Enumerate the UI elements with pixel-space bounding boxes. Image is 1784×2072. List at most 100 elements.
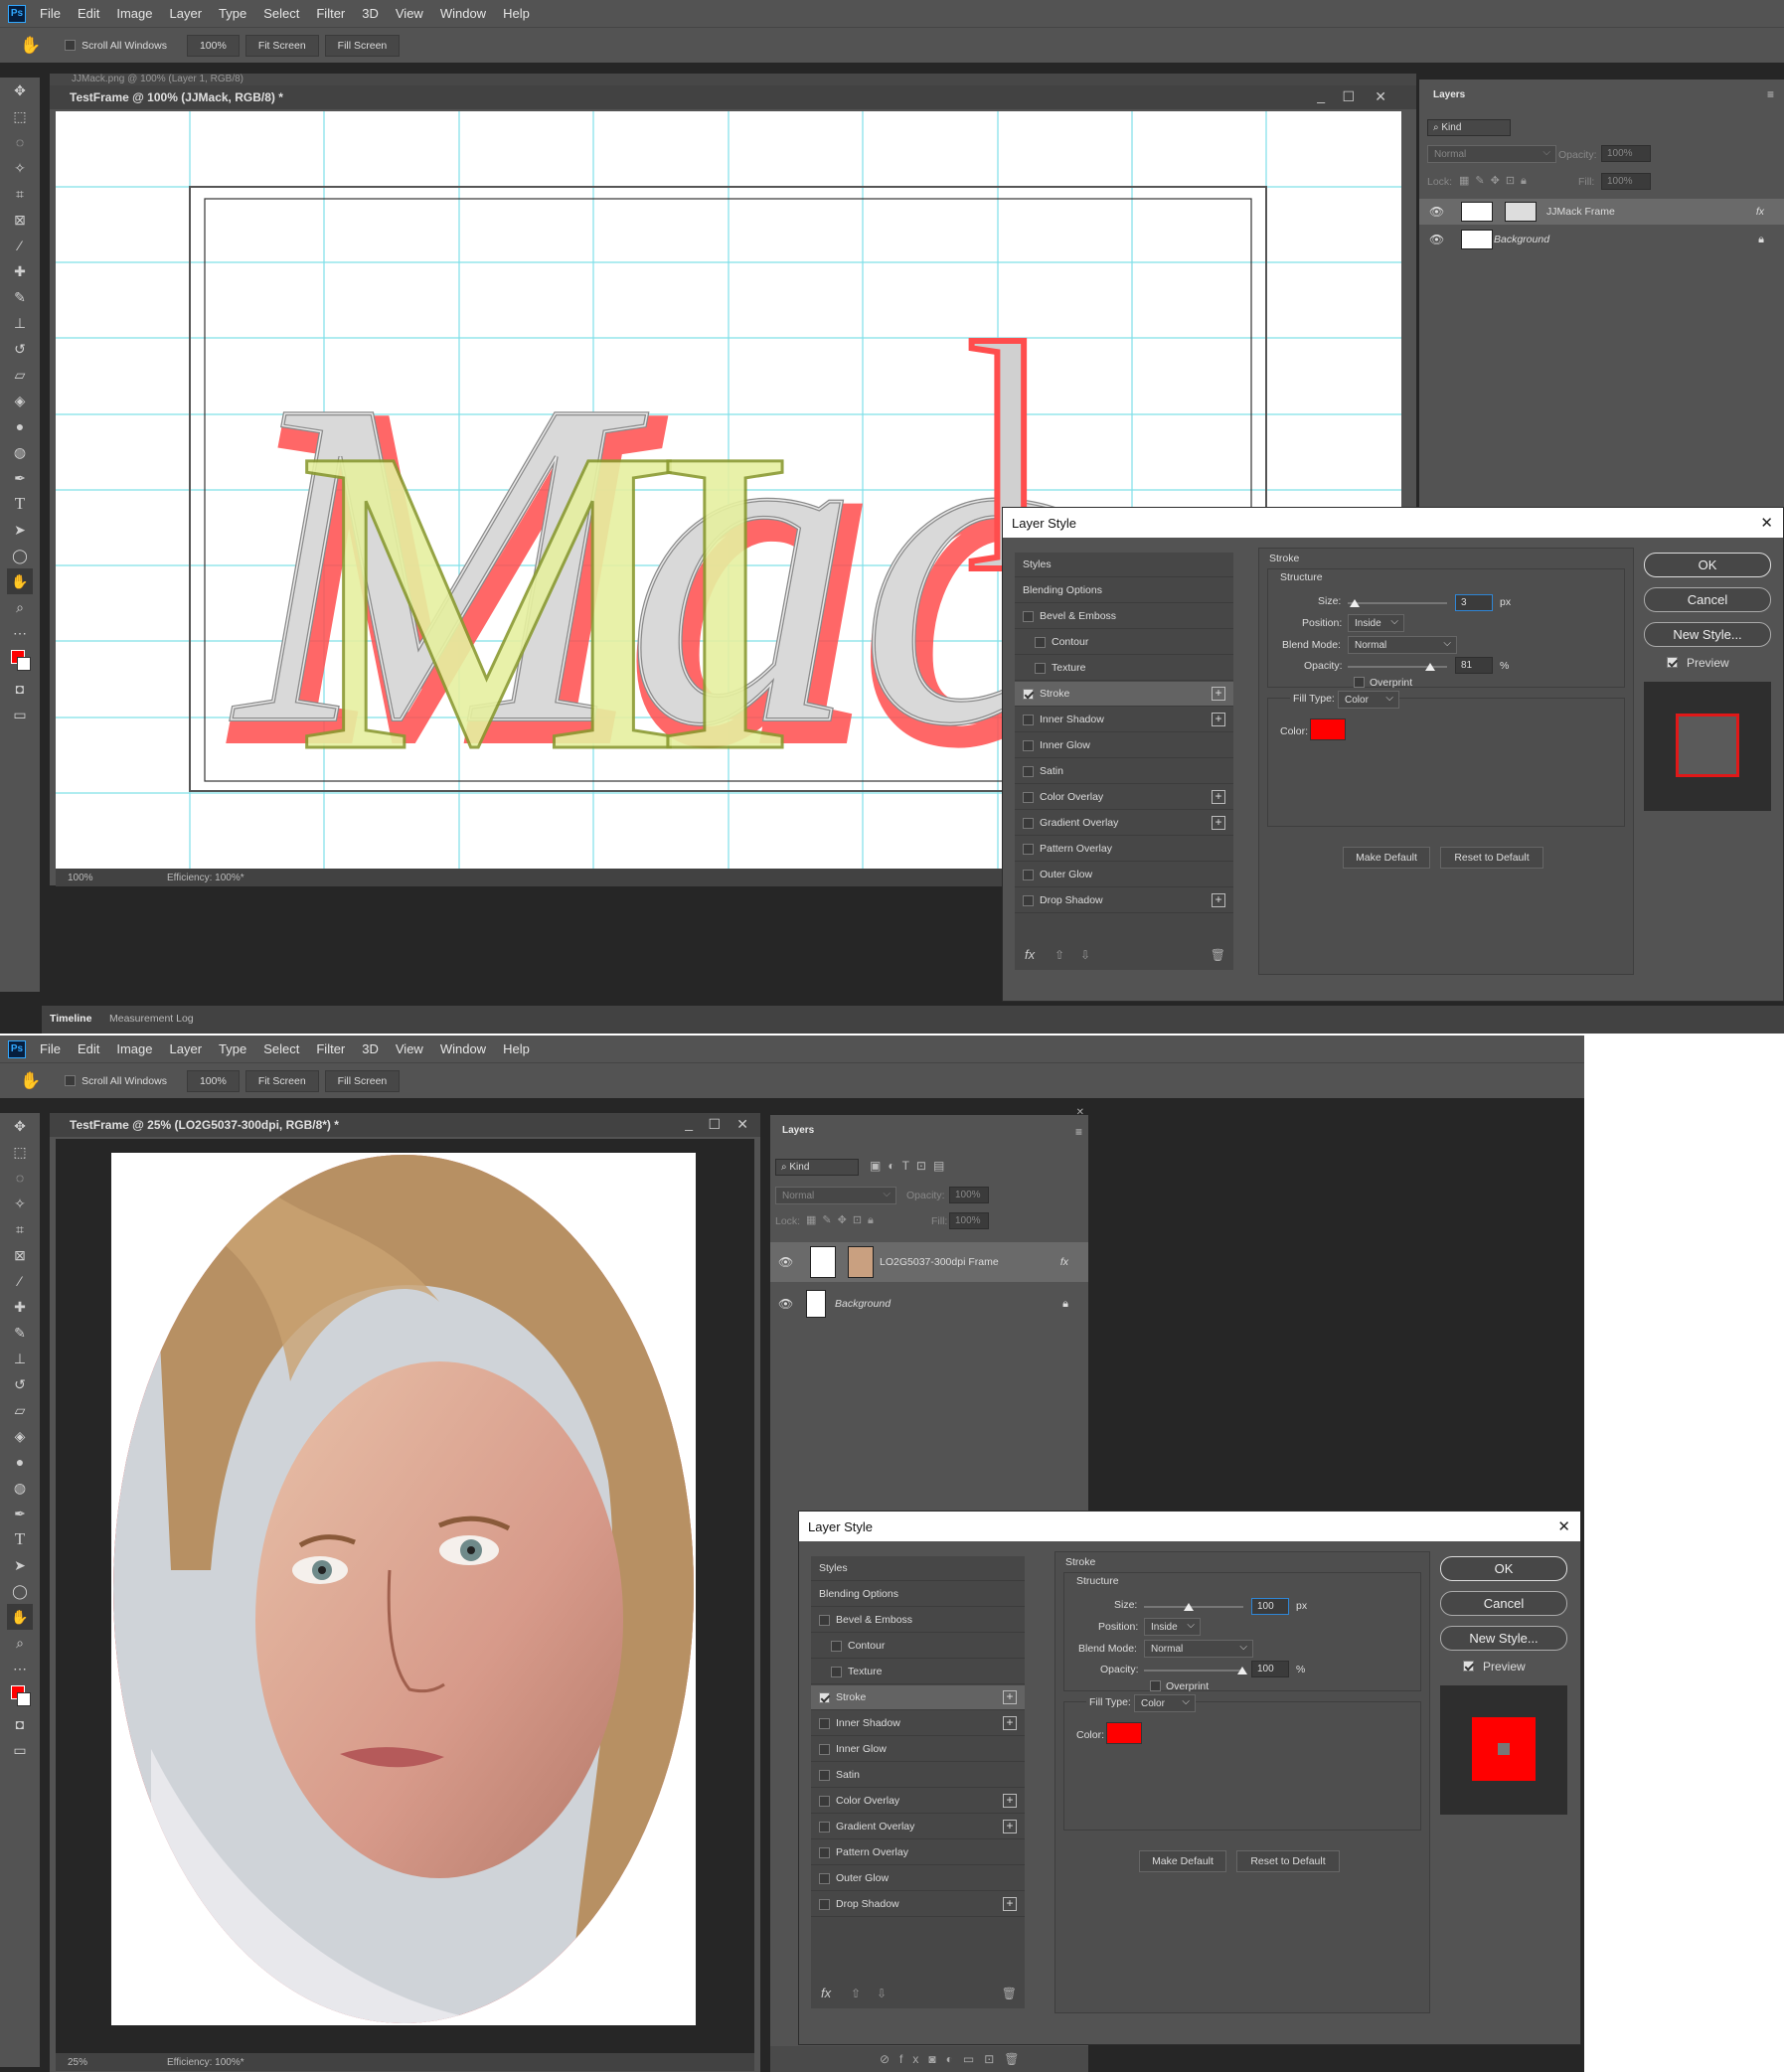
- eye-icon[interactable]: 👁︎: [778, 1255, 793, 1269]
- panel-menu-icon[interactable]: ≡: [1767, 87, 1774, 101]
- stroke-color-swatch[interactable]: [1106, 1722, 1142, 1744]
- preview-checkbox[interactable]: [1463, 1661, 1474, 1672]
- layer-row[interactable]: 👁︎ LO2G5037-300dpi Frame fx: [770, 1242, 1088, 1282]
- add-icon[interactable]: +: [1212, 687, 1225, 701]
- style-drop-shadow[interactable]: Drop Shadow +: [1015, 888, 1233, 913]
- stamp-icon[interactable]: ⊥: [7, 1346, 33, 1371]
- add-icon[interactable]: +: [1003, 1820, 1017, 1833]
- opacity-slider[interactable]: [1144, 1670, 1243, 1672]
- size-input[interactable]: 3: [1455, 594, 1493, 611]
- checkbox[interactable]: [1023, 791, 1034, 803]
- efficiency-readout[interactable]: Efficiency: 100%*: [167, 2057, 244, 2068]
- ok-button[interactable]: OK: [1440, 1556, 1567, 1581]
- type-icon[interactable]: T: [7, 1526, 33, 1552]
- layer-blend-select[interactable]: Normal: [775, 1187, 896, 1204]
- hand-tool-icon[interactable]: ✋: [7, 568, 33, 594]
- quick-mask-icon[interactable]: ◘: [7, 1711, 33, 1737]
- style-outer-glow[interactable]: Outer Glow: [811, 1866, 1025, 1891]
- eyedropper-icon[interactable]: ⁄: [7, 233, 33, 258]
- lock-icons[interactable]: ▦✎✥⊡🔒︎: [806, 1213, 880, 1227]
- style-gradient-overlay[interactable]: Gradient Overlay +: [811, 1815, 1025, 1839]
- ellipse-icon[interactable]: ◯: [7, 1578, 33, 1604]
- opacity-slider-thumb[interactable]: [1425, 663, 1435, 671]
- eraser-icon[interactable]: ▱: [7, 362, 33, 388]
- menu-layer[interactable]: Layer: [170, 1041, 203, 1056]
- style-stroke[interactable]: Stroke +: [1015, 682, 1233, 707]
- menu-window[interactable]: Window: [440, 6, 486, 21]
- stamp-icon[interactable]: ⊥: [7, 310, 33, 336]
- zoom-level[interactable]: 100%: [68, 873, 157, 883]
- menu-image[interactable]: Image: [116, 1041, 152, 1056]
- opacity-slider-thumb[interactable]: [1237, 1667, 1247, 1674]
- zoom-100-button[interactable]: 100%: [186, 1069, 240, 1092]
- style-pattern-overlay[interactable]: Pattern Overlay: [1015, 837, 1233, 862]
- history-brush-icon[interactable]: ↺: [7, 1371, 33, 1397]
- position-select[interactable]: Inside: [1144, 1618, 1201, 1636]
- size-slider[interactable]: [1348, 602, 1447, 604]
- menu-3d[interactable]: 3D: [362, 1041, 379, 1056]
- filter-icons[interactable]: ▣◐T⊡▤: [870, 1159, 951, 1173]
- pen-icon[interactable]: ✒: [7, 1501, 33, 1526]
- close-icon[interactable]: ✕: [1557, 1517, 1570, 1535]
- size-input[interactable]: 100: [1251, 1598, 1289, 1615]
- path-select-icon[interactable]: ➤: [7, 1552, 33, 1578]
- layer-kind-filter[interactable]: ⌕ Kind: [775, 1159, 859, 1176]
- menu-window[interactable]: Window: [440, 1041, 486, 1056]
- zoom-icon[interactable]: ⌕: [7, 1630, 33, 1656]
- fx-icon[interactable]: fx: [1060, 1256, 1068, 1268]
- position-select[interactable]: Inside: [1348, 614, 1404, 632]
- quick-mask-icon[interactable]: ◘: [7, 676, 33, 702]
- menu-help[interactable]: Help: [503, 1041, 530, 1056]
- move-down-icon[interactable]: ⇩: [1080, 948, 1090, 962]
- close-icon[interactable]: ✕: [1375, 88, 1386, 105]
- hand-tool-icon[interactable]: ✋: [7, 1604, 33, 1630]
- menu-view[interactable]: View: [396, 6, 423, 21]
- document-title[interactable]: TestFrame @ 100% (JJMack, RGB/8) *: [50, 85, 1416, 109]
- style-stroke[interactable]: Stroke +: [811, 1685, 1025, 1710]
- lasso-icon[interactable]: ◌: [7, 129, 33, 155]
- checkbox[interactable]: [819, 1821, 830, 1833]
- panel-menu-icon[interactable]: ≡: [1075, 1125, 1082, 1139]
- menu-image[interactable]: Image: [116, 6, 152, 21]
- tab-measurement-log[interactable]: Measurement Log: [109, 1013, 194, 1025]
- cancel-button[interactable]: Cancel: [1440, 1591, 1567, 1616]
- style-inner-glow[interactable]: Inner Glow: [811, 1737, 1025, 1762]
- checkbox[interactable]: [1023, 765, 1034, 777]
- checkbox[interactable]: [1023, 714, 1034, 725]
- checkbox[interactable]: [819, 1898, 830, 1910]
- blend-mode-select[interactable]: Normal: [1348, 636, 1457, 654]
- color-swatches[interactable]: [7, 646, 33, 676]
- menu-help[interactable]: Help: [503, 6, 530, 21]
- layer-kind-filter[interactable]: ⌕ Kind: [1427, 119, 1511, 136]
- style-pattern-overlay[interactable]: Pattern Overlay: [811, 1840, 1025, 1865]
- eye-icon[interactable]: 👁︎: [778, 1297, 793, 1311]
- magic-wand-icon[interactable]: ✧: [7, 155, 33, 181]
- eyedropper-icon[interactable]: ⁄: [7, 1268, 33, 1294]
- style-contour[interactable]: Contour: [1015, 630, 1233, 655]
- opacity-input[interactable]: 100: [1251, 1661, 1289, 1677]
- zoom-level[interactable]: 25%: [68, 2057, 157, 2068]
- canvas[interactable]: [111, 1153, 696, 2025]
- add-icon[interactable]: +: [1003, 1897, 1017, 1911]
- reset-default-button[interactable]: Reset to Default: [1236, 1850, 1340, 1872]
- type-icon[interactable]: T: [7, 491, 33, 517]
- add-icon[interactable]: +: [1003, 1794, 1017, 1808]
- minimize-icon[interactable]: _: [685, 1115, 693, 1131]
- fit-screen-button[interactable]: Fit Screen: [244, 1069, 319, 1092]
- tab-layers[interactable]: Layers: [1427, 85, 1472, 104]
- styles-header[interactable]: Styles: [811, 1556, 1025, 1581]
- cancel-button[interactable]: Cancel: [1644, 587, 1771, 612]
- style-inner-shadow[interactable]: Inner Shadow +: [1015, 708, 1233, 732]
- checkbox[interactable]: [819, 1691, 830, 1703]
- checkbox[interactable]: [1035, 662, 1046, 674]
- magic-wand-icon[interactable]: ✧: [7, 1191, 33, 1216]
- make-default-button[interactable]: Make Default: [1139, 1850, 1226, 1872]
- bucket-icon[interactable]: ◈: [7, 388, 33, 413]
- checkbox[interactable]: [1023, 739, 1034, 751]
- scroll-all-checkbox[interactable]: [65, 1075, 77, 1086]
- minimize-icon[interactable]: _: [1317, 87, 1325, 103]
- layer-name[interactable]: LO2G5037-300dpi Frame: [880, 1256, 999, 1268]
- add-icon[interactable]: +: [1003, 1716, 1017, 1730]
- tab-timeline[interactable]: Timeline: [50, 1013, 91, 1025]
- style-drop-shadow[interactable]: Drop Shadow +: [811, 1892, 1025, 1917]
